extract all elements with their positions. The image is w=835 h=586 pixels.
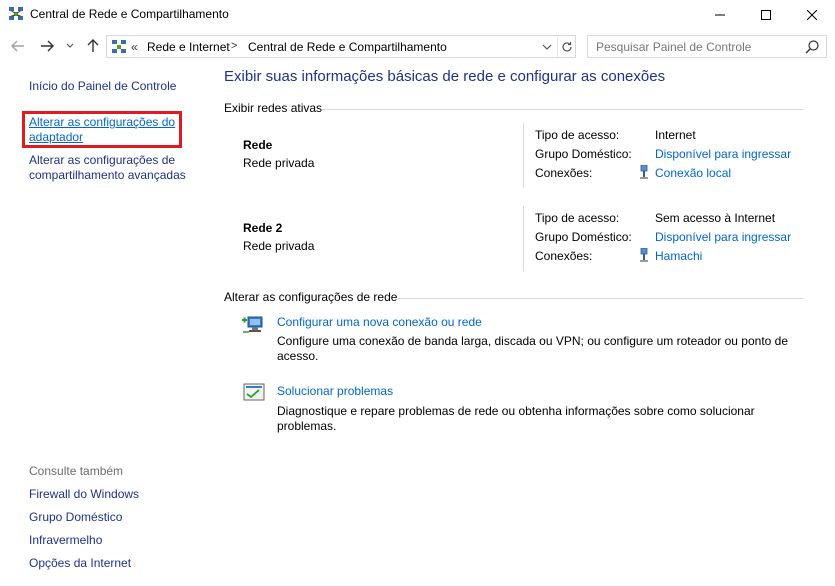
setup-new-connection-desc: Configure uma conexão de banda larga, di… (277, 334, 789, 363)
arrow-right-icon (41, 40, 54, 52)
connection-link-hamachi[interactable]: Hamachi (655, 249, 702, 263)
up-button[interactable] (83, 36, 103, 56)
network-center-icon (112, 40, 126, 53)
troubleshoot-desc: Diagnostique e repare problemas de rede … (277, 404, 755, 433)
access-type-value: Internet (655, 128, 696, 142)
minimize-button[interactable] (697, 0, 743, 30)
close-icon (807, 10, 817, 20)
network-name: Rede (243, 138, 273, 152)
close-button[interactable] (789, 0, 835, 30)
network-center-icon (9, 7, 23, 20)
title-bar: Central de Rede e Compartilhamento (0, 0, 835, 30)
homegroup-link[interactable]: Disponível para ingressar (655, 230, 791, 244)
sidebar-item-adapter-settings[interactable]: Alterar as configurações do adaptador (29, 115, 181, 145)
new-connection-icon (242, 316, 263, 333)
left-pane: Início do Painel de Controle Alterar as … (0, 60, 200, 586)
access-type-value: Sem acesso à Internet (655, 211, 776, 225)
network-divider (523, 206, 524, 271)
see-also-internet-options[interactable]: Opções da Internet (29, 556, 131, 570)
search-icon (805, 40, 819, 54)
network-type: Rede privada (243, 239, 315, 253)
maximize-icon (761, 10, 771, 20)
chevron-down-icon (542, 44, 552, 50)
see-also-heading: Consulte também (29, 464, 124, 478)
search-input[interactable]: Pesquisar Painel de Controle (587, 35, 827, 58)
arrow-up-icon (87, 39, 99, 52)
address-overflow-button[interactable]: « (131, 40, 138, 54)
homegroup-label: Grupo Doméstico: (535, 147, 632, 161)
back-button[interactable] (8, 36, 28, 56)
active-networks-heading: Exibir redes ativas (224, 101, 323, 115)
see-also-infrared[interactable]: Infravermelho (29, 533, 102, 547)
ethernet-icon (640, 165, 648, 179)
address-dropdown-button[interactable] (539, 38, 555, 56)
see-also-firewall[interactable]: Firewall do Windows (29, 487, 139, 501)
section-divider (322, 109, 803, 110)
refresh-icon (561, 42, 572, 52)
connections-label: Conexões: (535, 166, 593, 180)
troubleshoot-link[interactable]: Solucionar problemas (277, 384, 393, 398)
section-divider (398, 298, 803, 299)
page-title: Exibir suas informações básicas de rede … (224, 68, 666, 85)
connections-label: Conexões: (535, 249, 593, 263)
window-title: Central de Rede e Compartilhamento (30, 7, 229, 21)
network-divider (523, 123, 524, 188)
minimize-icon (715, 14, 725, 16)
address-bar[interactable]: « Rede e Internet > Central de Rede e Co… (106, 35, 576, 58)
chevron-down-icon (66, 43, 74, 48)
refresh-button[interactable] (557, 37, 575, 57)
network-name: Rede 2 (243, 221, 283, 235)
recent-locations-button[interactable] (63, 36, 77, 56)
ethernet-icon (640, 248, 648, 262)
setup-new-connection-link[interactable]: Configurar uma nova conexão ou rede (277, 315, 482, 329)
navigation-bar: « Rede e Internet > Central de Rede e Co… (0, 33, 835, 59)
arrow-left-icon (11, 40, 24, 52)
sidebar-item-advanced-sharing[interactable]: Alterar as configurações de compartilham… (29, 153, 199, 183)
breadcrumb-separator[interactable]: > (231, 40, 237, 52)
forward-button[interactable] (37, 36, 57, 56)
breadcrumb-rede-internet[interactable]: Rede e Internet (147, 40, 230, 54)
see-also-homegroup[interactable]: Grupo Doméstico (29, 510, 122, 524)
network-type: Rede privada (243, 156, 315, 170)
access-type-label: Tipo de acesso: (535, 211, 620, 225)
homegroup-label: Grupo Doméstico: (535, 230, 632, 244)
sidebar-item-home[interactable]: Início do Painel de Controle (29, 79, 176, 93)
change-settings-heading: Alterar as configurações de rede (224, 290, 398, 304)
search-placeholder: Pesquisar Painel de Controle (596, 40, 752, 54)
access-type-label: Tipo de acesso: (535, 128, 620, 142)
homegroup-link[interactable]: Disponível para ingressar (655, 147, 791, 161)
troubleshoot-icon (243, 383, 265, 401)
breadcrumb-central-rede[interactable]: Central de Rede e Compartilhamento (248, 40, 447, 54)
maximize-button[interactable] (743, 0, 789, 30)
connection-link-local[interactable]: Conexão local (655, 166, 731, 180)
